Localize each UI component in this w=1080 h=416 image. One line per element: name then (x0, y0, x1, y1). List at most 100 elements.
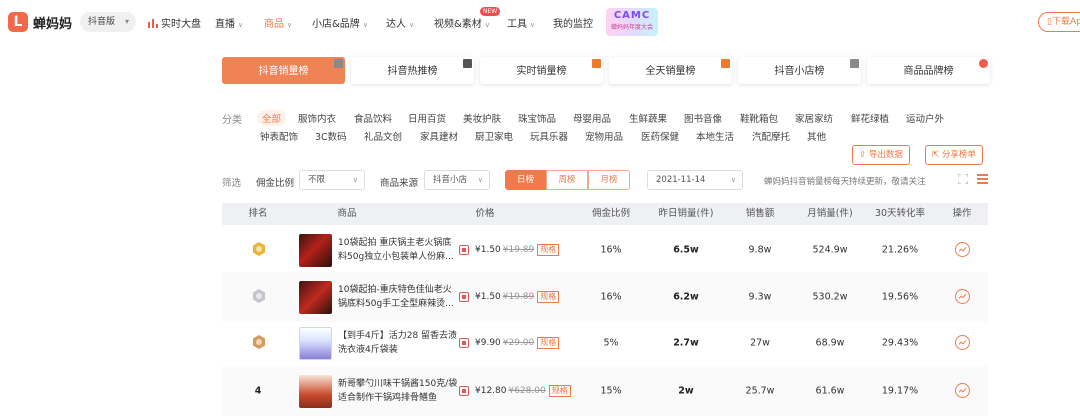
category-item[interactable]: 珠宝饰品 (518, 111, 556, 125)
period-week[interactable]: 周榜 (546, 170, 588, 190)
tab-label: 抖音小店榜 (774, 66, 825, 77)
col-yesterday-sales[interactable]: 昨日销量(件) (659, 203, 714, 225)
col-revenue[interactable]: 销售额 (746, 203, 775, 225)
product-name[interactable]: 【到手4斤】活力28 留香去渍洗衣液4斤袋装 (338, 329, 458, 357)
revenue: 9.3w (748, 291, 772, 303)
product-thumbnail[interactable] (299, 327, 332, 360)
chevron-down-icon: ∨ (530, 21, 536, 29)
category-item[interactable]: 母婴用品 (573, 111, 611, 125)
expand-icon[interactable] (958, 174, 968, 184)
category-item[interactable]: 玩具乐器 (530, 129, 568, 143)
product-thumbnail[interactable] (299, 234, 332, 267)
period-month[interactable]: 月榜 (588, 170, 630, 190)
category-item[interactable]: 家居家纺 (795, 111, 833, 125)
category-label: 分类 (222, 115, 242, 126)
current-price: ¥1.50 (475, 245, 501, 255)
category-item[interactable]: 医药保健 (641, 129, 679, 143)
category-item[interactable]: 运动户外 (906, 111, 944, 125)
commission-value: 不限 (308, 175, 326, 185)
category-item[interactable]: 礼品文创 (364, 129, 402, 143)
category-item[interactable]: 钟表配饰 (260, 129, 298, 143)
store-icon[interactable] (459, 245, 469, 255)
category-item[interactable]: 其他 (807, 129, 826, 143)
table-row[interactable]: 10袋起拍-重庆特色佳仙老火锅底料50g手工全型麻辣烫... ¥1.50 ¥19.… (222, 272, 988, 322)
spec-tag[interactable]: 规格 (548, 385, 571, 397)
category-item[interactable]: 鲜花绿植 (851, 111, 889, 125)
nav-videos[interactable]: 视频&素材 ∨ (434, 15, 490, 30)
nav-shops[interactable]: 小店&品牌 ∨ (312, 15, 368, 30)
category-item[interactable]: 厨卫家电 (475, 129, 513, 143)
nav-talent[interactable]: 达人 ∨ (386, 15, 414, 30)
tab-brand-rank[interactable]: 商品品牌榜 (867, 57, 990, 84)
store-icon[interactable] (459, 386, 469, 396)
category-item[interactable]: 美妆护肤 (463, 111, 501, 125)
category-item[interactable]: 家具建材 (420, 129, 458, 143)
period-day[interactable]: 日榜 (505, 170, 546, 190)
conversion-rate: 19.17% (881, 385, 919, 397)
nav-tools[interactable]: 工具 ∨ (507, 15, 535, 30)
event-banner[interactable]: CAMC 蝉妈妈年度大会 (606, 8, 658, 36)
table-row[interactable]: 10袋起拍 重庆锅主老火锅底料50g独立小包装单人份麻... ¥1.50 ¥19.… (222, 225, 988, 275)
list-menu-icon[interactable] (977, 174, 988, 184)
category-item[interactable]: 食品饮料 (354, 111, 392, 125)
nav-monitor[interactable]: 我的监控 (553, 15, 593, 30)
category-item[interactable]: 汽配摩托 (752, 129, 790, 143)
category-item[interactable]: 服饰内衣 (298, 111, 336, 125)
table-row[interactable]: 4 新哥攀勺川味干锅酱150克/袋适合制作干锅鸡排骨鳝鱼 ¥12.80 ¥628.… (222, 366, 988, 416)
category-item[interactable]: 生鲜蔬果 (629, 111, 667, 125)
nav-products[interactable]: 商品 ∨ (264, 15, 292, 30)
platform-switch[interactable]: 抖音版 ▾ (80, 12, 136, 32)
source-select[interactable]: 抖音小店 ∨ (424, 170, 490, 190)
table-row[interactable]: 【到手4斤】活力28 留香去渍洗衣液4斤袋装 ¥9.90 ¥29.00 规格 5% … (222, 318, 988, 368)
yesterday-sales: 6.5w (673, 244, 699, 256)
spec-tag[interactable]: 规格 (537, 291, 560, 303)
store-icon[interactable] (459, 292, 469, 302)
category-item[interactable]: 本地生活 (696, 129, 734, 143)
trend-chart-icon[interactable] (955, 289, 970, 304)
product-name[interactable]: 10袋起拍-重庆特色佳仙老火锅底料50g手工全型麻辣烫... (338, 283, 458, 311)
category-item[interactable]: 日用百货 (408, 111, 446, 125)
store-icon[interactable] (459, 338, 469, 348)
col-yesterday-label: 昨日销量(件) (658, 208, 714, 219)
spec-tag[interactable]: 规格 (537, 337, 560, 349)
category-item[interactable]: 图书音像 (684, 111, 722, 125)
product-name[interactable]: 10袋起拍 重庆锅主老火锅底料50g独立小包装单人份麻... (338, 236, 458, 264)
nav-live[interactable]: 直播 ∨ (215, 15, 243, 30)
tab-corner-icon (334, 59, 343, 68)
product-name[interactable]: 新哥攀勺川味干锅酱150克/袋适合制作干锅鸡排骨鳝鱼 (338, 377, 458, 405)
col-monthly-sales[interactable]: 月销量(件) (807, 203, 852, 225)
tab-hot-push[interactable]: 抖音热推榜 (351, 57, 474, 84)
tab-corner-icon (721, 59, 730, 68)
category-item[interactable]: 宠物用品 (585, 129, 623, 143)
date-select[interactable]: 2021-11-14 ∨ (647, 170, 743, 190)
tab-allday-sales[interactable]: 全天销量榜 (609, 57, 732, 84)
nav-label: 我的监控 (553, 19, 593, 30)
category-item[interactable]: 3C数码 (315, 129, 347, 143)
tab-realtime-sales[interactable]: 实时销量榜 (480, 57, 603, 84)
chevron-down-icon: ∨ (730, 176, 736, 184)
commission-select[interactable]: 不限 ∨ (299, 170, 365, 190)
export-data-button[interactable]: ⇪ 导出数据 (852, 145, 910, 165)
bar-chart-icon (148, 19, 158, 28)
category-item[interactable]: 全部 (257, 110, 287, 126)
logo[interactable]: L 蝉妈妈 (8, 12, 72, 32)
spec-tag[interactable]: 规格 (537, 244, 560, 256)
commission-rate: 16% (600, 244, 622, 256)
trend-chart-icon[interactable] (955, 335, 970, 350)
trend-chart-icon[interactable] (955, 242, 970, 257)
product-thumbnail[interactable] (299, 281, 332, 314)
nav-realtime[interactable]: 实时大盘 (148, 15, 201, 30)
nav-label: 小店&品牌 (312, 19, 360, 30)
trend-chart-icon[interactable] (955, 383, 970, 398)
download-app-button[interactable]: ▯下载App (1038, 12, 1080, 32)
table-header: 排名 商品 价格 佣金比例 昨日销量(件) 销售额 月销量(件) 30天转化率 … (222, 203, 988, 225)
category-item[interactable]: 鞋靴箱包 (740, 111, 778, 125)
commission-rate: 15% (600, 385, 622, 397)
tab-corner-icon (592, 59, 601, 68)
share-ranking-button[interactable]: ⇱ 分享榜单 (925, 145, 983, 165)
product-thumbnail[interactable] (299, 375, 332, 408)
tab-shop-rank[interactable]: 抖音小店榜 (738, 57, 861, 84)
tab-douyin-sales[interactable]: 抖音销量榜 (222, 57, 345, 84)
update-notice: 蝉妈妈抖音销量榜每天持续更新，敬请关注 (764, 177, 926, 187)
col-conversion[interactable]: 30天转化率 (875, 203, 925, 225)
